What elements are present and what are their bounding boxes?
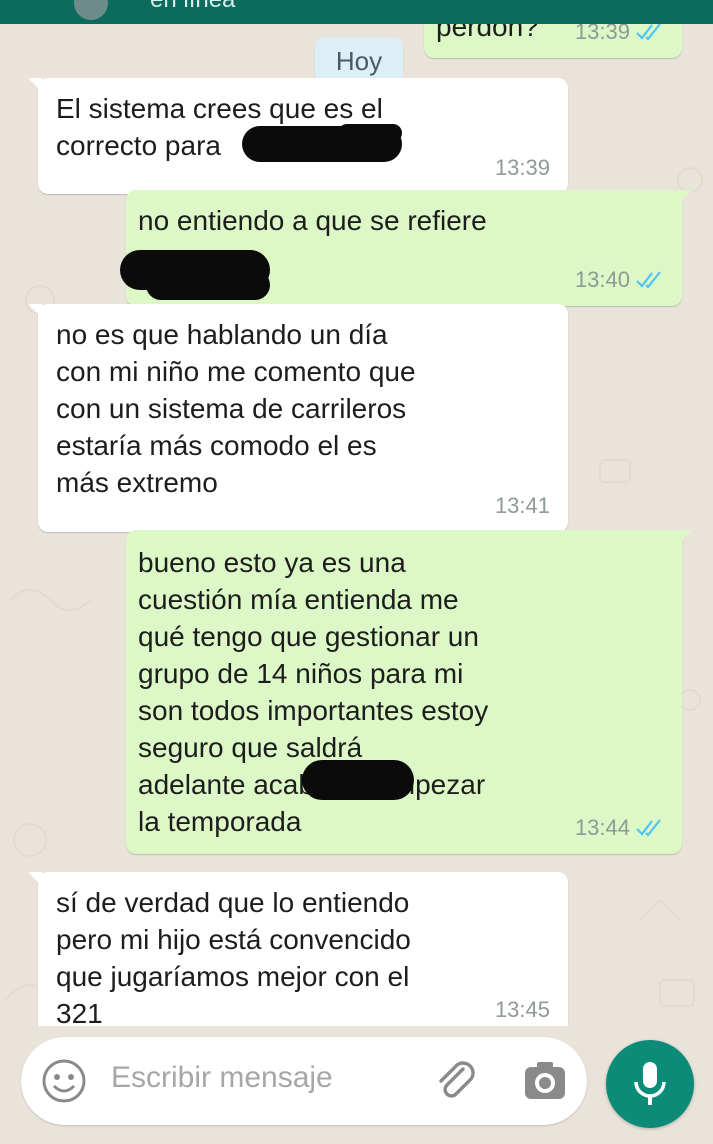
message-time: 13:45 xyxy=(494,997,550,1022)
contact-status: en línea xyxy=(150,0,235,14)
message-incoming[interactable]: sí de verdad que lo entiendo pero mi hij… xyxy=(28,872,568,1026)
redaction-mark xyxy=(146,270,270,300)
microphone-icon xyxy=(634,1062,666,1105)
voice-record-button[interactable] xyxy=(606,1040,694,1128)
message-text: no entiendo a que se refiere xyxy=(138,205,487,236)
message-time: 13:44 xyxy=(574,815,630,840)
message-meta: 13:40 xyxy=(575,261,664,298)
message-input[interactable]: Escribir mensaje xyxy=(111,1061,333,1095)
redaction-mark xyxy=(302,760,414,800)
double-check-icon xyxy=(636,270,661,289)
double-check-icon xyxy=(636,818,661,837)
redaction-mark xyxy=(338,124,402,142)
message-incoming[interactable]: El sistema crees que es el correcto para… xyxy=(28,78,568,194)
bubble-tail xyxy=(678,530,692,544)
contact-avatar[interactable] xyxy=(74,0,108,20)
message-incoming[interactable]: no es que hablando un día con mi niño me… xyxy=(28,304,568,532)
smiley-icon[interactable] xyxy=(41,1058,87,1104)
message-meta: 13:39 xyxy=(575,24,664,50)
message-time: 13:39 xyxy=(574,24,630,44)
message-meta: 13:45 xyxy=(495,991,550,1026)
message-time: 13:41 xyxy=(494,493,550,518)
message-composer[interactable]: Escribir mensaje xyxy=(21,1037,587,1125)
message-outgoing[interactable]: bueno esto ya es una cuestión mía entien… xyxy=(126,530,692,854)
message-list[interactable]: perdón? 13:39 Hoy El sistema crees que e… xyxy=(0,24,713,1026)
bubble-tail xyxy=(28,872,42,886)
message-text: no es que hablando un día con mi niño me… xyxy=(56,319,416,498)
message-meta: 13:41 xyxy=(495,487,550,524)
bubble-tail xyxy=(678,190,692,204)
double-check-icon xyxy=(636,24,661,41)
message-meta: 13:39 xyxy=(495,149,550,186)
message-text: sí de verdad que lo entiendo pero mi hij… xyxy=(56,887,411,1026)
chat-header[interactable]: en línea xyxy=(0,0,713,24)
message-meta: 13:44 xyxy=(575,809,664,846)
message-time: 13:39 xyxy=(494,155,550,180)
camera-icon[interactable] xyxy=(523,1059,567,1103)
message-time: 13:40 xyxy=(574,267,630,292)
bubble-tail xyxy=(28,78,42,92)
message-outgoing[interactable]: perdón? 13:39 xyxy=(424,24,682,58)
bubble-tail xyxy=(28,304,42,318)
paperclip-icon[interactable] xyxy=(433,1057,481,1105)
message-outgoing[interactable]: no entiendo a que se refiere 13:40 xyxy=(120,190,692,306)
